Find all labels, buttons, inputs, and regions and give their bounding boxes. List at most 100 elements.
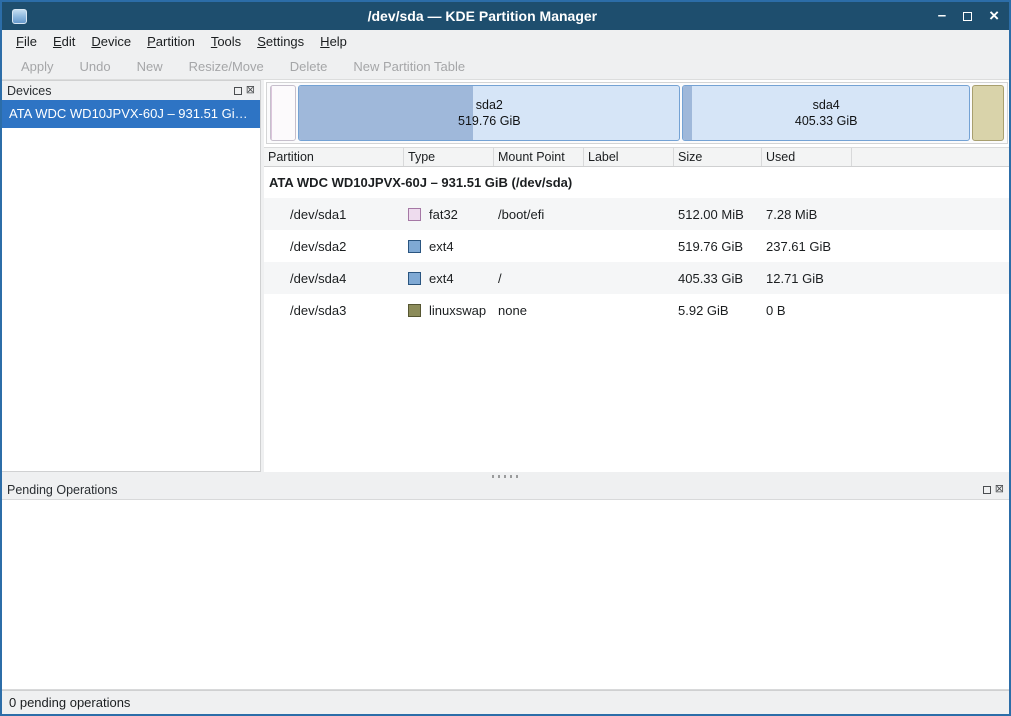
fs-type-label: fat32 — [429, 207, 458, 222]
toolbar-button-undo[interactable]: Undo — [69, 57, 122, 76]
splitter-handle-icon — [492, 475, 520, 478]
toolbar-button-resize-move[interactable]: Resize/Move — [178, 57, 275, 76]
table-row-dev-sda2[interactable]: /dev/sda2 ext4 519.76 GiB237.61 GiB — [264, 230, 1009, 262]
pending-panel-header: Pending Operations ⊠ — [2, 480, 1009, 499]
toolbar: ApplyUndoNewResize/MoveDeleteNew Partiti… — [2, 53, 1009, 80]
maximize-icon — [963, 12, 972, 21]
status-bar: 0 pending operations — [2, 690, 1009, 714]
partition-size: 519.76 GiB — [674, 230, 762, 262]
fs-type-label: linuxswap — [429, 303, 486, 318]
table-row-dev-sda3[interactable]: /dev/sda3linuxswapnone5.92 GiB0 B — [264, 294, 1009, 326]
device-item-sda[interactable]: ATA WDC WD10JPVX-60J – 931.51 GiB … — [2, 100, 260, 128]
fs-color-swatch — [408, 208, 421, 221]
app-window: /dev/sda — KDE Partition Manager – × Fil… — [0, 0, 1011, 716]
titlebar: /dev/sda — KDE Partition Manager – × — [2, 2, 1009, 30]
pending-close-button[interactable]: ⊠ — [995, 484, 1004, 495]
partition-type: fat32 — [404, 198, 494, 230]
mount-point: /boot/efi — [494, 198, 584, 230]
column-header-partition[interactable]: Partition — [264, 148, 404, 166]
main-view: sda2519.76 GiBsda4405.33 GiB PartitionTy… — [264, 80, 1009, 472]
pending-panel-title: Pending Operations — [7, 483, 979, 497]
pending-float-button[interactable] — [983, 486, 991, 494]
segment-name: sda2 — [476, 97, 503, 113]
column-header-used[interactable]: Used — [762, 148, 852, 166]
minimize-button[interactable]: – — [938, 8, 946, 24]
fs-type-label: ext4 — [429, 271, 454, 286]
partition-size: 512.00 MiB — [674, 198, 762, 230]
segment-size: 519.76 GiB — [458, 113, 521, 129]
table-header: PartitionTypeMount PointLabelSizeUsed — [264, 147, 1009, 167]
devices-panel-title: Devices — [7, 84, 230, 98]
app-icon — [12, 9, 27, 24]
status-text: 0 pending operations — [9, 695, 130, 710]
partition-segment-sda4[interactable]: sda4405.33 GiB — [682, 85, 970, 141]
partition-type: linuxswap — [404, 294, 494, 326]
partition-name: /dev/sda4 — [264, 262, 404, 294]
partition-label — [584, 294, 674, 326]
fs-color-swatch — [408, 240, 421, 253]
partition-type: ext4 — [404, 230, 494, 262]
partition-bar-frame: sda2519.76 GiBsda4405.33 GiB — [266, 82, 1008, 144]
partition-used: 0 B — [762, 294, 852, 326]
toolbar-button-apply[interactable]: Apply — [10, 57, 65, 76]
partition-segment-sda2[interactable]: sda2519.76 GiB — [298, 85, 680, 141]
menu-item-settings[interactable]: Settings — [249, 32, 312, 51]
column-header-size[interactable]: Size — [674, 148, 762, 166]
toolbar-button-delete[interactable]: Delete — [279, 57, 339, 76]
menu-item-file[interactable]: File — [8, 32, 45, 51]
partition-name: /dev/sda2 — [264, 230, 404, 262]
partition-label — [584, 262, 674, 294]
partition-label — [584, 198, 674, 230]
mount-point: / — [494, 262, 584, 294]
menu-item-edit[interactable]: Edit — [45, 32, 83, 51]
close-button[interactable]: × — [989, 8, 999, 24]
toolbar-button-new-partition-table[interactable]: New Partition Table — [342, 57, 476, 76]
menu-item-device[interactable]: Device — [83, 32, 139, 51]
menu-item-partition[interactable]: Partition — [139, 32, 203, 51]
partition-type: ext4 — [404, 262, 494, 294]
pending-operations-list — [2, 499, 1009, 690]
partition-size: 5.92 GiB — [674, 294, 762, 326]
devices-close-button[interactable]: ⊠ — [246, 85, 255, 96]
partition-used: 237.61 GiB — [762, 230, 852, 262]
horizontal-splitter[interactable] — [2, 472, 1009, 480]
segment-name: sda4 — [813, 97, 840, 113]
float-panel-icon — [983, 486, 991, 494]
column-header-spacer — [852, 148, 1009, 166]
partition-table-body: /dev/sda1 fat32/boot/efi 512.00 MiB7.28 Mi… — [264, 198, 1009, 326]
float-panel-icon — [234, 87, 242, 95]
toolbar-button-new[interactable]: New — [126, 57, 174, 76]
partition-used: 7.28 MiB — [762, 198, 852, 230]
fs-color-swatch — [408, 272, 421, 285]
devices-float-button[interactable] — [234, 87, 242, 95]
menu-item-help[interactable]: Help — [312, 32, 355, 51]
mount-point: none — [494, 294, 584, 326]
partition-bar: sda2519.76 GiBsda4405.33 GiB — [269, 85, 1005, 141]
table-row-dev-sda4[interactable]: /dev/sda4ext4/405.33 GiB12.71 GiB — [264, 262, 1009, 294]
devices-panel: Devices ⊠ ATA WDC WD10JPVX-60J – 931.51 … — [2, 80, 261, 472]
window-title: /dev/sda — KDE Partition Manager — [27, 8, 938, 24]
menu-bar: FileEditDevicePartitionToolsSettingsHelp — [2, 30, 1009, 53]
device-list: ATA WDC WD10JPVX-60J – 931.51 GiB … — [2, 100, 260, 471]
partition-segment-sda3[interactable] — [972, 85, 1004, 141]
column-header-mount-point[interactable]: Mount Point — [494, 148, 584, 166]
fs-color-swatch — [408, 304, 421, 317]
partition-segment-sda1[interactable] — [270, 85, 296, 141]
segment-label: sda2519.76 GiB — [299, 86, 679, 140]
partition-label — [584, 230, 674, 262]
window-controls: – × — [938, 8, 999, 24]
partition-table: PartitionTypeMount PointLabelSizeUsed AT… — [264, 147, 1009, 472]
maximize-button[interactable] — [963, 8, 972, 24]
fs-type-label: ext4 — [429, 239, 454, 254]
column-header-type[interactable]: Type — [404, 148, 494, 166]
segment-label: sda4405.33 GiB — [683, 86, 969, 140]
column-header-label[interactable]: Label — [584, 148, 674, 166]
mount-point — [494, 230, 584, 262]
table-row-dev-sda1[interactable]: /dev/sda1 fat32/boot/efi 512.00 MiB7.28 Mi… — [264, 198, 1009, 230]
table-empty-area — [264, 326, 1009, 472]
partition-name: /dev/sda1 — [264, 198, 404, 230]
device-group-header[interactable]: ATA WDC WD10JPVX-60J – 931.51 GiB (/dev/… — [264, 167, 1009, 198]
menu-item-tools[interactable]: Tools — [203, 32, 249, 51]
devices-panel-header: Devices ⊠ — [2, 81, 260, 100]
partition-used: 12.71 GiB — [762, 262, 852, 294]
